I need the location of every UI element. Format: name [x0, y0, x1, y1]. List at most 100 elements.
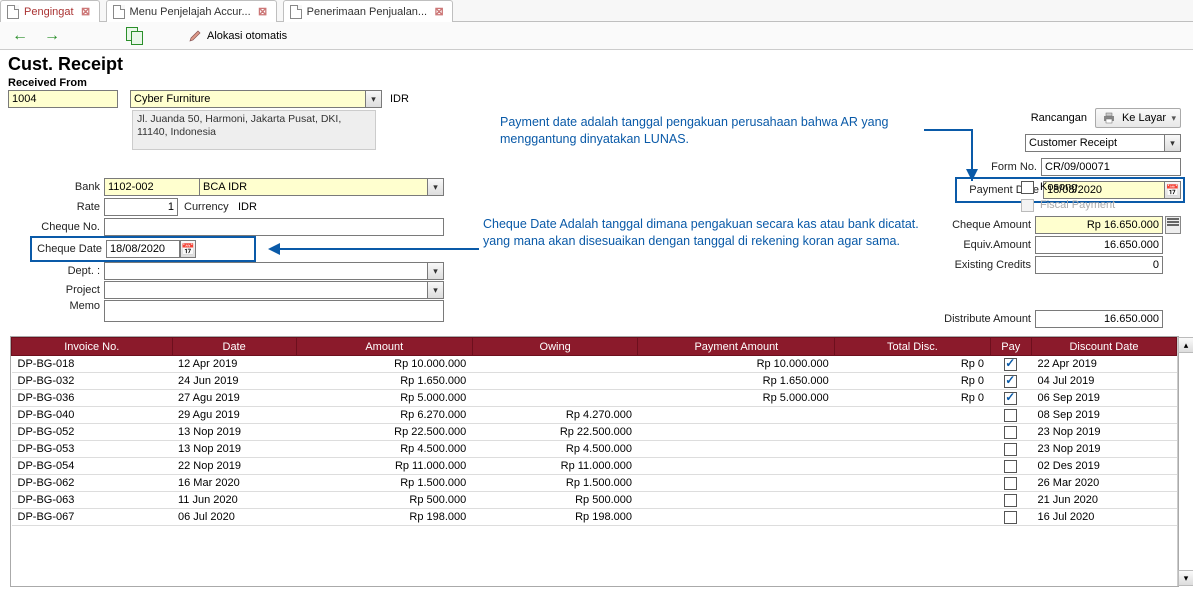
existing-credits-input: 0 — [1035, 256, 1163, 274]
cell-owing — [472, 373, 638, 390]
tab-penerimaan-penjualan[interactable]: Penerimaan Penjualan... ⊠ — [283, 0, 453, 22]
distribute-amount-label: Distribute Amount — [935, 313, 1035, 325]
dropdown-icon[interactable]: ▾ — [1165, 134, 1181, 152]
cell-date: 22 Nop 2019 — [172, 458, 296, 475]
document-icon — [290, 5, 302, 19]
alokasi-otomatis-button[interactable]: Alokasi otomatis — [188, 29, 287, 43]
table-row[interactable]: DP-BG-06311 Jun 2020Rp 500.000Rp 500.000… — [12, 492, 1177, 509]
equiv-amount-label: Equiv.Amount — [945, 239, 1035, 251]
template-select[interactable]: Customer Receipt — [1025, 134, 1165, 152]
pay-checkbox[interactable] — [1004, 511, 1017, 524]
dept-select[interactable] — [104, 262, 428, 280]
col-header[interactable]: Owing — [472, 338, 638, 356]
cheque-date-label: Cheque Date — [34, 243, 106, 255]
close-icon[interactable]: ⊠ — [256, 5, 270, 18]
close-icon[interactable]: ⊠ — [432, 5, 446, 18]
rate-label: Rate — [8, 201, 104, 213]
col-header[interactable]: Pay — [990, 338, 1031, 356]
pay-checkbox[interactable] — [1004, 375, 1017, 388]
pay-checkbox[interactable] — [1004, 460, 1017, 473]
table-row[interactable]: DP-BG-05422 Nop 2019Rp 11.000.000Rp 11.0… — [12, 458, 1177, 475]
form-no-input[interactable]: CR/09/00071 — [1041, 158, 1181, 176]
scrollbar[interactable]: ▴ ▾ — [1177, 337, 1178, 586]
pencil-icon — [188, 29, 202, 43]
cell-owing: Rp 4.500.000 — [472, 441, 638, 458]
table-row[interactable]: DP-BG-06216 Mar 2020Rp 1.500.000Rp 1.500… — [12, 475, 1177, 492]
document-icon — [113, 5, 125, 19]
col-header[interactable]: Amount — [296, 338, 472, 356]
cell-amount: Rp 1.650.000 — [296, 373, 472, 390]
cell-disc_date: 22 Apr 2019 — [1031, 356, 1176, 373]
memo-input[interactable] — [104, 300, 444, 322]
dropdown-icon[interactable]: ▾ — [428, 281, 444, 299]
back-button[interactable]: ← — [10, 27, 30, 45]
table-row[interactable]: DP-BG-05313 Nop 2019Rp 4.500.000Rp 4.500… — [12, 441, 1177, 458]
customer-name-select[interactable]: Cyber Furniture — [130, 90, 366, 108]
cell-disc — [835, 509, 990, 526]
table-row[interactable]: DP-BG-03627 Agu 2019Rp 5.000.000Rp 5.000… — [12, 390, 1177, 407]
tab-label: Pengingat — [24, 6, 74, 18]
cell-disc_date: 23 Nop 2019 — [1031, 441, 1176, 458]
kosong-checkbox[interactable] — [1021, 181, 1034, 194]
project-select[interactable] — [104, 281, 428, 299]
dropdown-icon[interactable]: ▾ — [428, 262, 444, 280]
cell-owing: Rp 198.000 — [472, 509, 638, 526]
bank-code-input[interactable]: 1102-002 — [104, 178, 200, 196]
pay-checkbox[interactable] — [1004, 409, 1017, 422]
annotation-payment-date: Payment date adalah tanggal pengakuan pe… — [500, 114, 930, 148]
col-header[interactable]: Total Disc. — [835, 338, 990, 356]
cell-pay_amt — [638, 441, 835, 458]
project-label: Project — [8, 284, 104, 296]
cell-owing: Rp 1.500.000 — [472, 475, 638, 492]
dropdown-icon[interactable]: ▾ — [366, 90, 382, 108]
pay-checkbox[interactable] — [1004, 358, 1017, 371]
scroll-up-icon[interactable]: ▴ — [1178, 337, 1193, 353]
cell-date: 11 Jun 2020 — [172, 492, 296, 509]
pay-checkbox[interactable] — [1004, 443, 1017, 456]
tab-pengingat[interactable]: Pengingat ⊠ — [0, 0, 100, 22]
pay-checkbox[interactable] — [1004, 477, 1017, 490]
cell-disc — [835, 492, 990, 509]
pay-checkbox[interactable] — [1004, 494, 1017, 507]
copy-icon[interactable] — [126, 27, 144, 45]
cell-disc — [835, 475, 990, 492]
kosong-label: Kosong — [1040, 181, 1077, 193]
calendar-icon[interactable]: 📅 — [180, 240, 196, 258]
customer-code-input[interactable]: 1004 — [8, 90, 118, 108]
col-header[interactable]: Payment Amount — [638, 338, 835, 356]
tab-menu-penjelajah[interactable]: Menu Penjelajah Accur... ⊠ — [106, 0, 277, 22]
table-row[interactable]: DP-BG-03224 Jun 2019Rp 1.650.000Rp 1.650… — [12, 373, 1177, 390]
table-row[interactable]: DP-BG-06706 Jul 2020Rp 198.000Rp 198.000… — [12, 509, 1177, 526]
cheque-amount-label: Cheque Amount — [945, 219, 1035, 231]
scroll-down-icon[interactable]: ▾ — [1178, 570, 1193, 586]
cell-inv: DP-BG-062 — [12, 475, 173, 492]
cell-disc_date: 08 Sep 2019 — [1031, 407, 1176, 424]
arrow-icon — [264, 240, 484, 258]
calculator-icon[interactable] — [1165, 216, 1181, 234]
dropdown-icon[interactable]: ▾ — [428, 178, 444, 196]
col-header[interactable]: Discount Date — [1031, 338, 1176, 356]
table-row[interactable]: DP-BG-01812 Apr 2019Rp 10.000.000Rp 10.0… — [12, 356, 1177, 373]
pay-checkbox[interactable] — [1004, 392, 1017, 405]
col-header[interactable]: Invoice No. — [12, 338, 173, 356]
cheque-amount-input[interactable]: Rp 16.650.000 — [1035, 216, 1163, 234]
bank-label: Bank — [8, 181, 104, 193]
table-row[interactable]: DP-BG-04029 Agu 2019Rp 6.270.000Rp 4.270… — [12, 407, 1177, 424]
received-from-label: Received From — [8, 77, 1185, 89]
table-row[interactable]: DP-BG-05213 Nop 2019Rp 22.500.000Rp 22.5… — [12, 424, 1177, 441]
ke-layar-button[interactable]: Ke Layar — [1095, 108, 1181, 128]
close-icon[interactable]: ⊠ — [79, 5, 93, 18]
bank-name-select[interactable]: BCA IDR — [200, 178, 428, 196]
cell-inv: DP-BG-063 — [12, 492, 173, 509]
pay-checkbox[interactable] — [1004, 426, 1017, 439]
rate-input[interactable]: 1 — [104, 198, 178, 216]
col-header[interactable]: Date — [172, 338, 296, 356]
cheque-no-input[interactable] — [104, 218, 444, 236]
cell-disc_date: 04 Jul 2019 — [1031, 373, 1176, 390]
cell-owing: Rp 4.270.000 — [472, 407, 638, 424]
forward-button[interactable]: → — [42, 27, 62, 45]
cell-amount: Rp 198.000 — [296, 509, 472, 526]
equiv-amount-input[interactable]: 16.650.000 — [1035, 236, 1163, 254]
cheque-date-input[interactable]: 18/08/2020 — [106, 240, 180, 258]
distribute-amount-input[interactable]: 16.650.000 — [1035, 310, 1163, 328]
